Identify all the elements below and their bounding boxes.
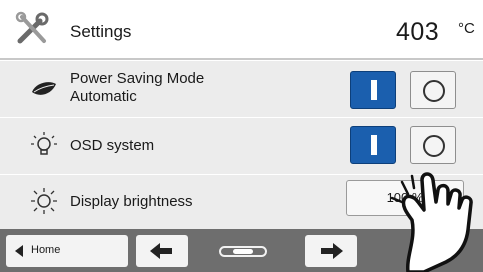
on-glyph xyxy=(371,80,377,100)
pointing-hand-icon xyxy=(390,172,473,272)
scroll-thumb xyxy=(233,249,253,254)
osd-off-button[interactable] xyxy=(410,126,456,164)
arrow-right-icon xyxy=(321,243,343,259)
power-saving-label-line2: Automatic xyxy=(70,88,137,105)
home-button[interactable]: Home xyxy=(6,235,128,267)
settings-screen: Settings 403 °C Power Saving Mode Automa… xyxy=(0,0,483,272)
header-bar: Settings 403 °C xyxy=(0,0,483,60)
arrow-left-icon xyxy=(150,243,172,259)
osd-on-button[interactable] xyxy=(350,126,396,164)
power-saving-on-button[interactable] xyxy=(350,71,396,109)
page-scroll-indicator xyxy=(219,246,267,257)
back-button[interactable] xyxy=(136,235,188,267)
on-glyph xyxy=(371,135,377,155)
temperature-unit: °C xyxy=(458,20,475,37)
leaf-icon xyxy=(32,82,56,95)
power-saving-off-button[interactable] xyxy=(410,71,456,109)
home-label: Home xyxy=(31,244,61,256)
display-brightness-label: Display brightness xyxy=(70,193,193,210)
tools-icon xyxy=(15,11,49,44)
power-saving-label-line1: Power Saving Mode xyxy=(70,70,205,87)
lightbulb-icon xyxy=(31,132,57,155)
power-saving-label: Power Saving Mode Automatic xyxy=(70,70,204,106)
power-saving-row: Power Saving Mode Automatic xyxy=(0,60,483,118)
off-glyph xyxy=(423,80,445,102)
temperature-value: 403 xyxy=(396,18,440,46)
forward-button[interactable] xyxy=(305,235,357,267)
off-glyph xyxy=(423,135,445,157)
home-arrow-icon xyxy=(15,245,23,257)
osd-system-label: OSD system xyxy=(70,137,155,154)
sun-icon xyxy=(31,188,57,214)
page-title: Settings xyxy=(70,22,132,41)
